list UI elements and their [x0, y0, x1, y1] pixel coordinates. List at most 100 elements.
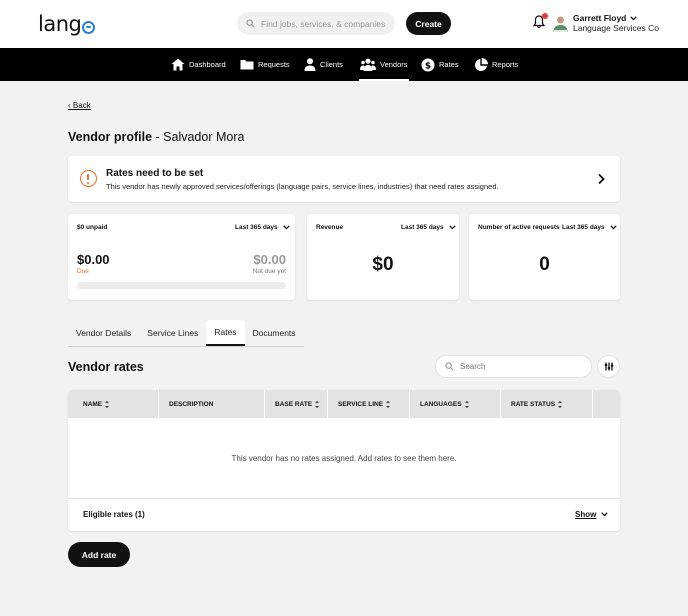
column-header-base-rate[interactable]: BASE RATE	[265, 390, 328, 418]
payment-progress-bar	[77, 282, 286, 289]
user-name: Garrett Floyd	[573, 13, 627, 23]
not-due-amount: $0.00	[253, 252, 286, 267]
nav-item-dashboard[interactable]: Dashboard	[171, 48, 226, 81]
sliders-icon	[604, 362, 613, 371]
tab-rates[interactable]: Rates	[206, 320, 245, 346]
person-icon	[304, 58, 316, 71]
rates-alert-banner[interactable]: Rates need to be set This vendor has new…	[68, 156, 620, 202]
show-label: Show	[575, 510, 597, 519]
table-header: NAME DESCRIPTION BASE RATE SERVICE LINE …	[68, 390, 620, 418]
unpaid-card: $0 unpaid Last 365 days $0.00 Due $0.00 …	[68, 214, 295, 300]
divider	[68, 498, 620, 499]
rates-search[interactable]	[435, 355, 592, 378]
logo[interactable]: lang	[38, 12, 96, 36]
alert-icon	[80, 170, 97, 187]
top-header: lang Create Garrett Floyd Language Servi…	[0, 0, 688, 48]
page-title: Vendor profile - Salvador Mora	[68, 130, 244, 144]
alert-description: This vendor has newly approved services/…	[106, 182, 499, 191]
column-label: DESCRIPTION	[169, 400, 214, 408]
user-menu[interactable]: Garrett Floyd	[573, 13, 638, 23]
nav-item-clients[interactable]: Clients	[304, 48, 343, 81]
column-label: NAME	[83, 400, 103, 408]
nav-item-vendors[interactable]: Vendors	[359, 48, 409, 81]
revenue-card: Revenue Last 365 days $0	[307, 214, 459, 300]
create-button[interactable]: Create	[406, 12, 451, 35]
sort-icon	[105, 400, 110, 408]
logo-text: lang	[38, 12, 82, 36]
active-requests-value: 0	[539, 254, 550, 275]
sort-icon	[558, 400, 563, 408]
sort-icon	[315, 400, 320, 408]
page-title-separator: -	[152, 130, 164, 144]
add-rate-button[interactable]: Add rate	[68, 542, 130, 567]
nav-label: Rates	[439, 60, 459, 69]
column-header-languages[interactable]: LANGUAGES	[410, 390, 501, 418]
dollar-icon: $	[421, 58, 435, 71]
nav-label: Reports	[492, 60, 519, 69]
nav-label: Clients	[320, 60, 343, 69]
active-requests-card: Number of active requests Last 365 days …	[469, 214, 620, 300]
column-settings-button[interactable]	[597, 355, 620, 378]
vendor-name: Salvador Mora	[163, 130, 245, 144]
nav-item-rates[interactable]: $ Rates	[421, 48, 459, 81]
tab-documents[interactable]: Documents	[245, 320, 304, 346]
date-range-label: Last 365 days	[401, 224, 444, 231]
card-label: $0 unpaid	[77, 224, 108, 231]
vendor-rates-table: NAME DESCRIPTION BASE RATE SERVICE LINE …	[68, 390, 620, 531]
avatar[interactable]	[553, 15, 568, 32]
column-label: SERVICE LINE	[338, 400, 384, 408]
column-header-name[interactable]: NAME	[68, 390, 159, 418]
tab-vendor-details[interactable]: Vendor Details	[68, 320, 139, 346]
global-search-input[interactable]	[261, 18, 391, 29]
svg-text:$: $	[425, 61, 431, 71]
date-range-dropdown[interactable]: Last 365 days	[562, 224, 617, 231]
column-header-service-line[interactable]: SERVICE LINE	[328, 390, 410, 418]
column-header-description: DESCRIPTION	[159, 390, 265, 418]
revenue-value: $0	[372, 254, 394, 275]
nav-item-reports[interactable]: Reports	[474, 48, 518, 81]
sort-icon	[464, 400, 469, 408]
card-label: Number of active requests	[478, 224, 560, 231]
search-icon	[445, 362, 454, 371]
column-label: BASE RATE	[275, 400, 313, 408]
date-range-dropdown[interactable]: Last 365 days	[401, 224, 456, 231]
due-amount: $0.00	[77, 252, 110, 267]
show-eligible-toggle[interactable]: Show	[575, 510, 609, 519]
date-range-label: Last 365 days	[562, 224, 605, 231]
profile-tabs: Vendor Details Service Lines Rates Docum…	[68, 320, 304, 347]
column-header-rate-status[interactable]: RATE STATUS	[501, 390, 593, 418]
tab-service-lines[interactable]: Service Lines	[139, 320, 206, 346]
search-icon	[246, 19, 255, 28]
not-due-label: Not due yet	[252, 268, 286, 275]
nav-label: Requests	[258, 60, 290, 69]
rates-search-input[interactable]	[460, 362, 580, 371]
column-label: RATE STATUS	[511, 400, 556, 408]
user-organization: Language Services Co	[573, 23, 660, 33]
page-title-prefix: Vendor profile	[68, 130, 153, 144]
chevron-down-icon	[609, 225, 617, 230]
main-nav: Dashboard Requests Clients Vendors $ Rat…	[0, 48, 688, 81]
logo-mark-icon	[82, 20, 96, 34]
alert-title: Rates need to be set	[106, 168, 204, 179]
section-title: Vendor rates	[68, 360, 144, 374]
nav-label: Dashboard	[189, 60, 226, 69]
nav-item-requests[interactable]: Requests	[240, 48, 290, 81]
folder-icon	[240, 60, 254, 70]
chevron-right-icon[interactable]	[596, 173, 606, 185]
date-range-label: Last 365 days	[235, 224, 278, 231]
column-label: LANGUAGES	[420, 400, 462, 408]
back-link[interactable]: ‹ Back	[68, 101, 91, 110]
pie-chart-icon	[475, 57, 488, 71]
sort-icon	[386, 400, 391, 408]
chevron-down-icon	[601, 512, 609, 517]
due-label: Due	[77, 268, 89, 275]
empty-state-message: This vendor has no rates assigned. Add r…	[231, 454, 457, 463]
nav-label: Vendors	[380, 60, 408, 69]
global-search[interactable]	[237, 12, 395, 35]
group-icon	[360, 58, 376, 71]
chevron-down-icon	[448, 225, 456, 230]
date-range-dropdown[interactable]: Last 365 days	[235, 224, 290, 231]
chevron-down-icon	[282, 225, 290, 230]
chevron-down-icon	[630, 15, 638, 21]
eligible-rates-label: Eligible rates (1)	[83, 510, 145, 519]
